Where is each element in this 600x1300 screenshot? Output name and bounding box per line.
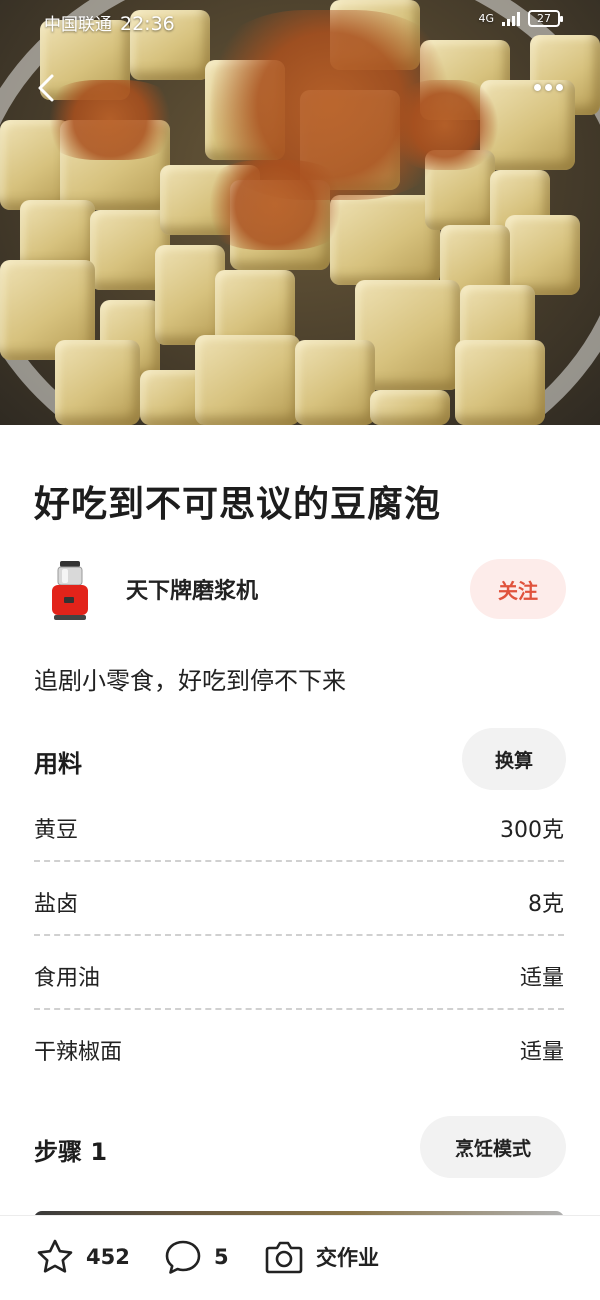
ingredient-row: 盐卤 8克 <box>34 862 564 936</box>
steps-header: 步骤 1 烹饪模式 <box>34 1116 566 1178</box>
more-dot-icon <box>534 83 541 91</box>
author-name[interactable]: 天下牌磨浆机 <box>126 573 258 605</box>
status-left: 中国联通 22:36 <box>44 10 175 35</box>
homework-label: 交作业 <box>316 1246 379 1270</box>
ingredient-amount: 适量 <box>519 966 564 991</box>
author-avatar[interactable] <box>48 559 92 623</box>
recipe-content: 好吃到不可思议的豆腐泡 天下牌磨浆机 关注 追剧小零食，好吃到停不下来 用料 换… <box>0 425 600 1215</box>
tofu-cube <box>295 340 375 425</box>
back-arrow-icon <box>38 74 54 102</box>
favorite-button[interactable]: 452 <box>36 1238 130 1276</box>
convert-button[interactable]: 换算 <box>462 728 566 790</box>
ingredients-header: 用料 换算 <box>34 728 566 790</box>
camera-icon <box>265 1241 303 1274</box>
homework-button[interactable]: 交作业 <box>264 1238 379 1276</box>
recipe-hero-image <box>0 0 600 425</box>
tofu-cube <box>455 340 545 425</box>
author-row: 天下牌磨浆机 关注 <box>34 555 566 620</box>
status-time: 22:36 <box>120 13 175 35</box>
carrier-label: 中国联通 <box>44 15 112 35</box>
status-right: 4G 27 <box>478 10 563 27</box>
ingredient-row: 食用油 适量 <box>34 936 564 1010</box>
star-icon <box>37 1239 73 1273</box>
status-bar: 中国联通 22:36 4G 27 <box>0 0 600 44</box>
ingredient-row: 干辣椒面 适量 <box>34 1010 564 1084</box>
tofu-cube <box>505 215 580 295</box>
recipe-description: 追剧小零食，好吃到停不下来 <box>34 667 346 695</box>
more-button[interactable] <box>534 80 564 94</box>
comment-button[interactable]: 5 <box>164 1238 229 1276</box>
battery-icon: 27 <box>528 10 563 27</box>
signal-icon <box>502 11 520 26</box>
ingredient-amount: 300克 <box>500 818 564 843</box>
back-button[interactable] <box>32 70 62 106</box>
chili-powder <box>200 160 350 250</box>
more-dot-icon <box>545 83 552 91</box>
ingredient-amount: 8克 <box>528 892 564 917</box>
recipe-title: 好吃到不可思议的豆腐泡 <box>34 484 442 525</box>
comments-count: 5 <box>214 1245 229 1269</box>
step-title: 步骤 1 <box>34 1138 108 1166</box>
tofu-cube <box>195 335 300 425</box>
favorites-count: 452 <box>86 1245 130 1269</box>
ingredient-row: 黄豆 300克 <box>34 788 564 862</box>
more-dot-icon <box>556 83 563 91</box>
ingredient-name: 干辣椒面 <box>34 1040 123 1065</box>
ingredients-list: 黄豆 300克 盐卤 8克 食用油 适量 干辣椒面 适量 <box>34 788 564 1084</box>
bottom-action-bar: 452 5 交作业 <box>0 1215 600 1300</box>
chili-powder <box>390 80 500 170</box>
ingredient-name: 盐卤 <box>34 892 79 917</box>
juicer-avatar-icon <box>52 561 88 620</box>
comment-icon <box>165 1240 201 1274</box>
ingredients-title: 用料 <box>34 750 82 778</box>
ingredient-name: 黄豆 <box>34 818 79 843</box>
follow-button[interactable]: 关注 <box>470 559 566 619</box>
tofu-cube <box>55 340 140 425</box>
ingredient-amount: 适量 <box>519 1040 564 1065</box>
tofu-cube <box>370 390 450 425</box>
cook-mode-button[interactable]: 烹饪模式 <box>420 1116 566 1178</box>
ingredient-name: 食用油 <box>34 966 101 991</box>
network-label: 4G <box>478 12 494 25</box>
